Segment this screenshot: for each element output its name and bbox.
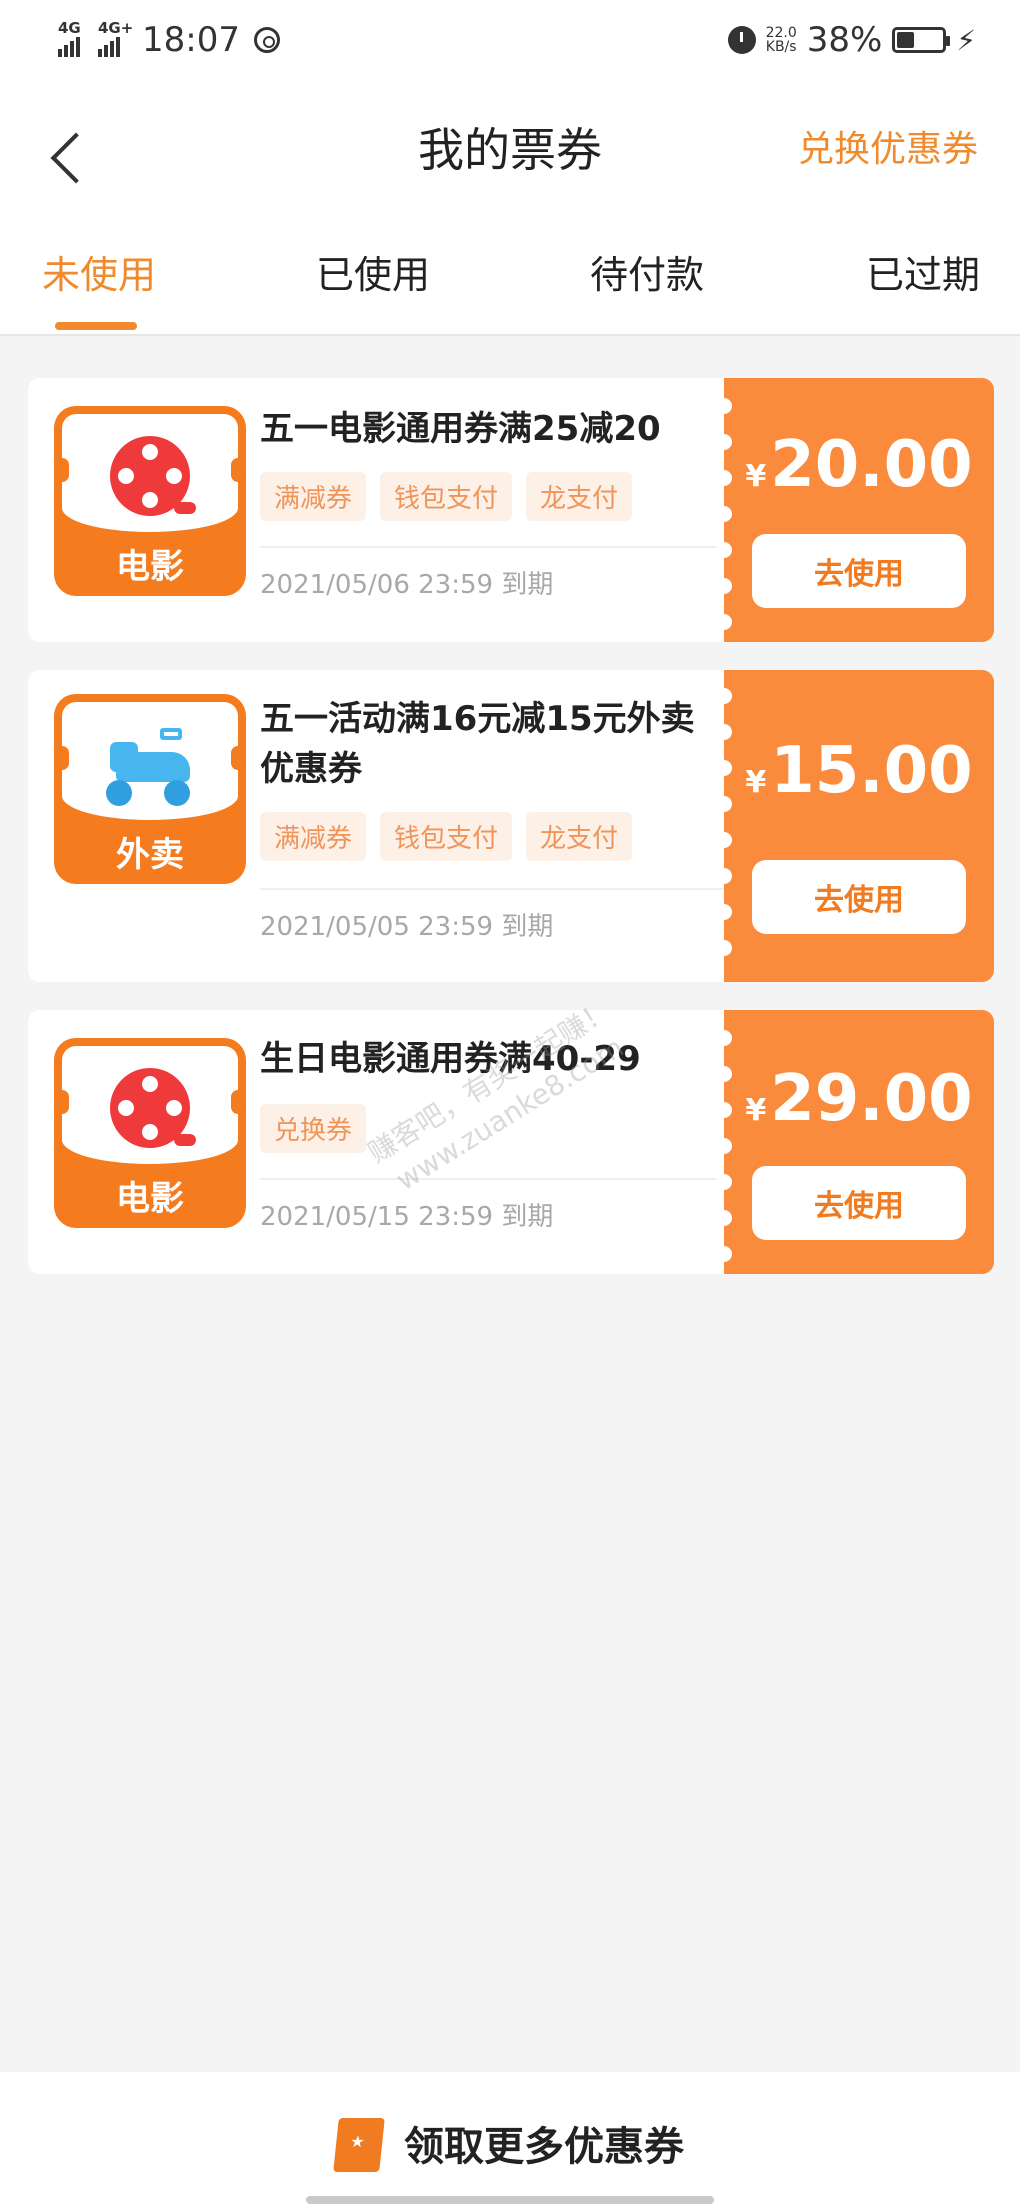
divider xyxy=(260,888,724,890)
coupon-card: 电影 五一电影通用券满25减20 满减券 钱包支付 龙支付 2021/05/06… xyxy=(28,378,994,642)
coupon-thumbnail: 电影 xyxy=(54,1038,246,1228)
coupon-tags: 满减券 钱包支付 龙支付 xyxy=(260,472,633,521)
divider xyxy=(260,546,724,548)
use-coupon-button[interactable]: 去使用 xyxy=(752,1166,966,1240)
tab-unused[interactable]: 未使用 xyxy=(42,244,156,299)
coupon-category: 外卖 xyxy=(116,835,184,875)
use-coupon-button[interactable]: 去使用 xyxy=(752,860,966,934)
alarm-icon xyxy=(727,26,756,54)
ticket-icon xyxy=(333,2118,385,2172)
coupon-price: ¥29.00 xyxy=(745,1062,973,1136)
signal-2-icon: 4G+ xyxy=(98,19,133,57)
active-tab-indicator xyxy=(55,322,137,330)
coupon-price: ¥15.00 xyxy=(745,734,973,808)
home-indicator[interactable] xyxy=(306,2196,714,2204)
price-panel: ¥15.00 去使用 xyxy=(716,670,994,982)
coupon-tag: 龙支付 xyxy=(526,812,633,861)
coupon-tag: 钱包支付 xyxy=(380,472,513,521)
exchange-coupon-link[interactable]: 兑换优惠券 xyxy=(798,120,978,172)
divider xyxy=(260,1178,724,1180)
price-panel: ¥29.00 去使用 xyxy=(716,1010,994,1274)
coupon-tag: 满减券 xyxy=(260,472,367,521)
coupon-expiry: 2021/05/06 23:59 到期 xyxy=(260,570,554,600)
coupon-tags: 满减券 钱包支付 龙支付 xyxy=(260,812,633,861)
sync-icon xyxy=(253,27,280,53)
tab-pending-payment[interactable]: 待付款 xyxy=(590,244,704,299)
coupon-title: 五一电影通用券满25减20 xyxy=(260,409,661,449)
coupon-expiry: 2021/05/05 23:59 到期 xyxy=(260,912,554,942)
tab-bar: 未使用 已使用 待付款 已过期 xyxy=(0,200,1020,336)
coupon-tag: 兑换券 xyxy=(260,1104,367,1153)
coupon-thumbnail: 电影 xyxy=(54,406,246,596)
network-type-1: 4G xyxy=(58,19,81,37)
network-speed: 22.0 KB/s xyxy=(765,25,797,55)
coupon-tag: 龙支付 xyxy=(526,472,633,521)
coupon-category: 电影 xyxy=(116,547,184,587)
coupon-card: 外卖 五一活动满16元减15元外卖优惠券 满减券 钱包支付 龙支付 2021/0… xyxy=(28,670,994,982)
coupon-thumbnail: 外卖 xyxy=(54,694,246,884)
film-reel-icon xyxy=(110,1068,196,1148)
status-bar: 4G 4G+ 18:07 22.0 KB/s 38% ⚡ xyxy=(0,0,1020,80)
coupon-category: 电影 xyxy=(116,1179,184,1219)
coupon-tag: 钱包支付 xyxy=(380,812,513,861)
clock: 18:07 xyxy=(142,20,240,60)
charging-icon: ⚡ xyxy=(956,23,976,57)
scooter-icon xyxy=(102,726,202,806)
coupon-tags: 兑换券 xyxy=(260,1104,367,1153)
battery-percent: 38% xyxy=(806,20,883,60)
get-more-coupons-label: 领取更多优惠券 xyxy=(404,2124,684,2170)
get-more-coupons-button[interactable]: 领取更多优惠券 xyxy=(0,2072,1020,2210)
signal-1-icon: 4G xyxy=(58,19,81,57)
coupon-expiry: 2021/05/15 23:59 到期 xyxy=(260,1202,554,1232)
tab-expired[interactable]: 已过期 xyxy=(866,244,980,299)
battery-icon xyxy=(892,27,951,53)
coupon-title: 五一活动满16元减15元外卖优惠券 xyxy=(260,699,695,789)
use-coupon-button[interactable]: 去使用 xyxy=(752,534,966,608)
price-panel: ¥20.00 去使用 xyxy=(716,378,994,642)
tab-used[interactable]: 已使用 xyxy=(316,244,430,299)
film-reel-icon xyxy=(110,436,196,516)
coupon-price: ¥20.00 xyxy=(745,428,973,502)
header: 我的票券 兑换优惠券 xyxy=(0,80,1020,200)
coupon-tag: 满减券 xyxy=(260,812,367,861)
network-type-2: 4G+ xyxy=(98,19,134,37)
